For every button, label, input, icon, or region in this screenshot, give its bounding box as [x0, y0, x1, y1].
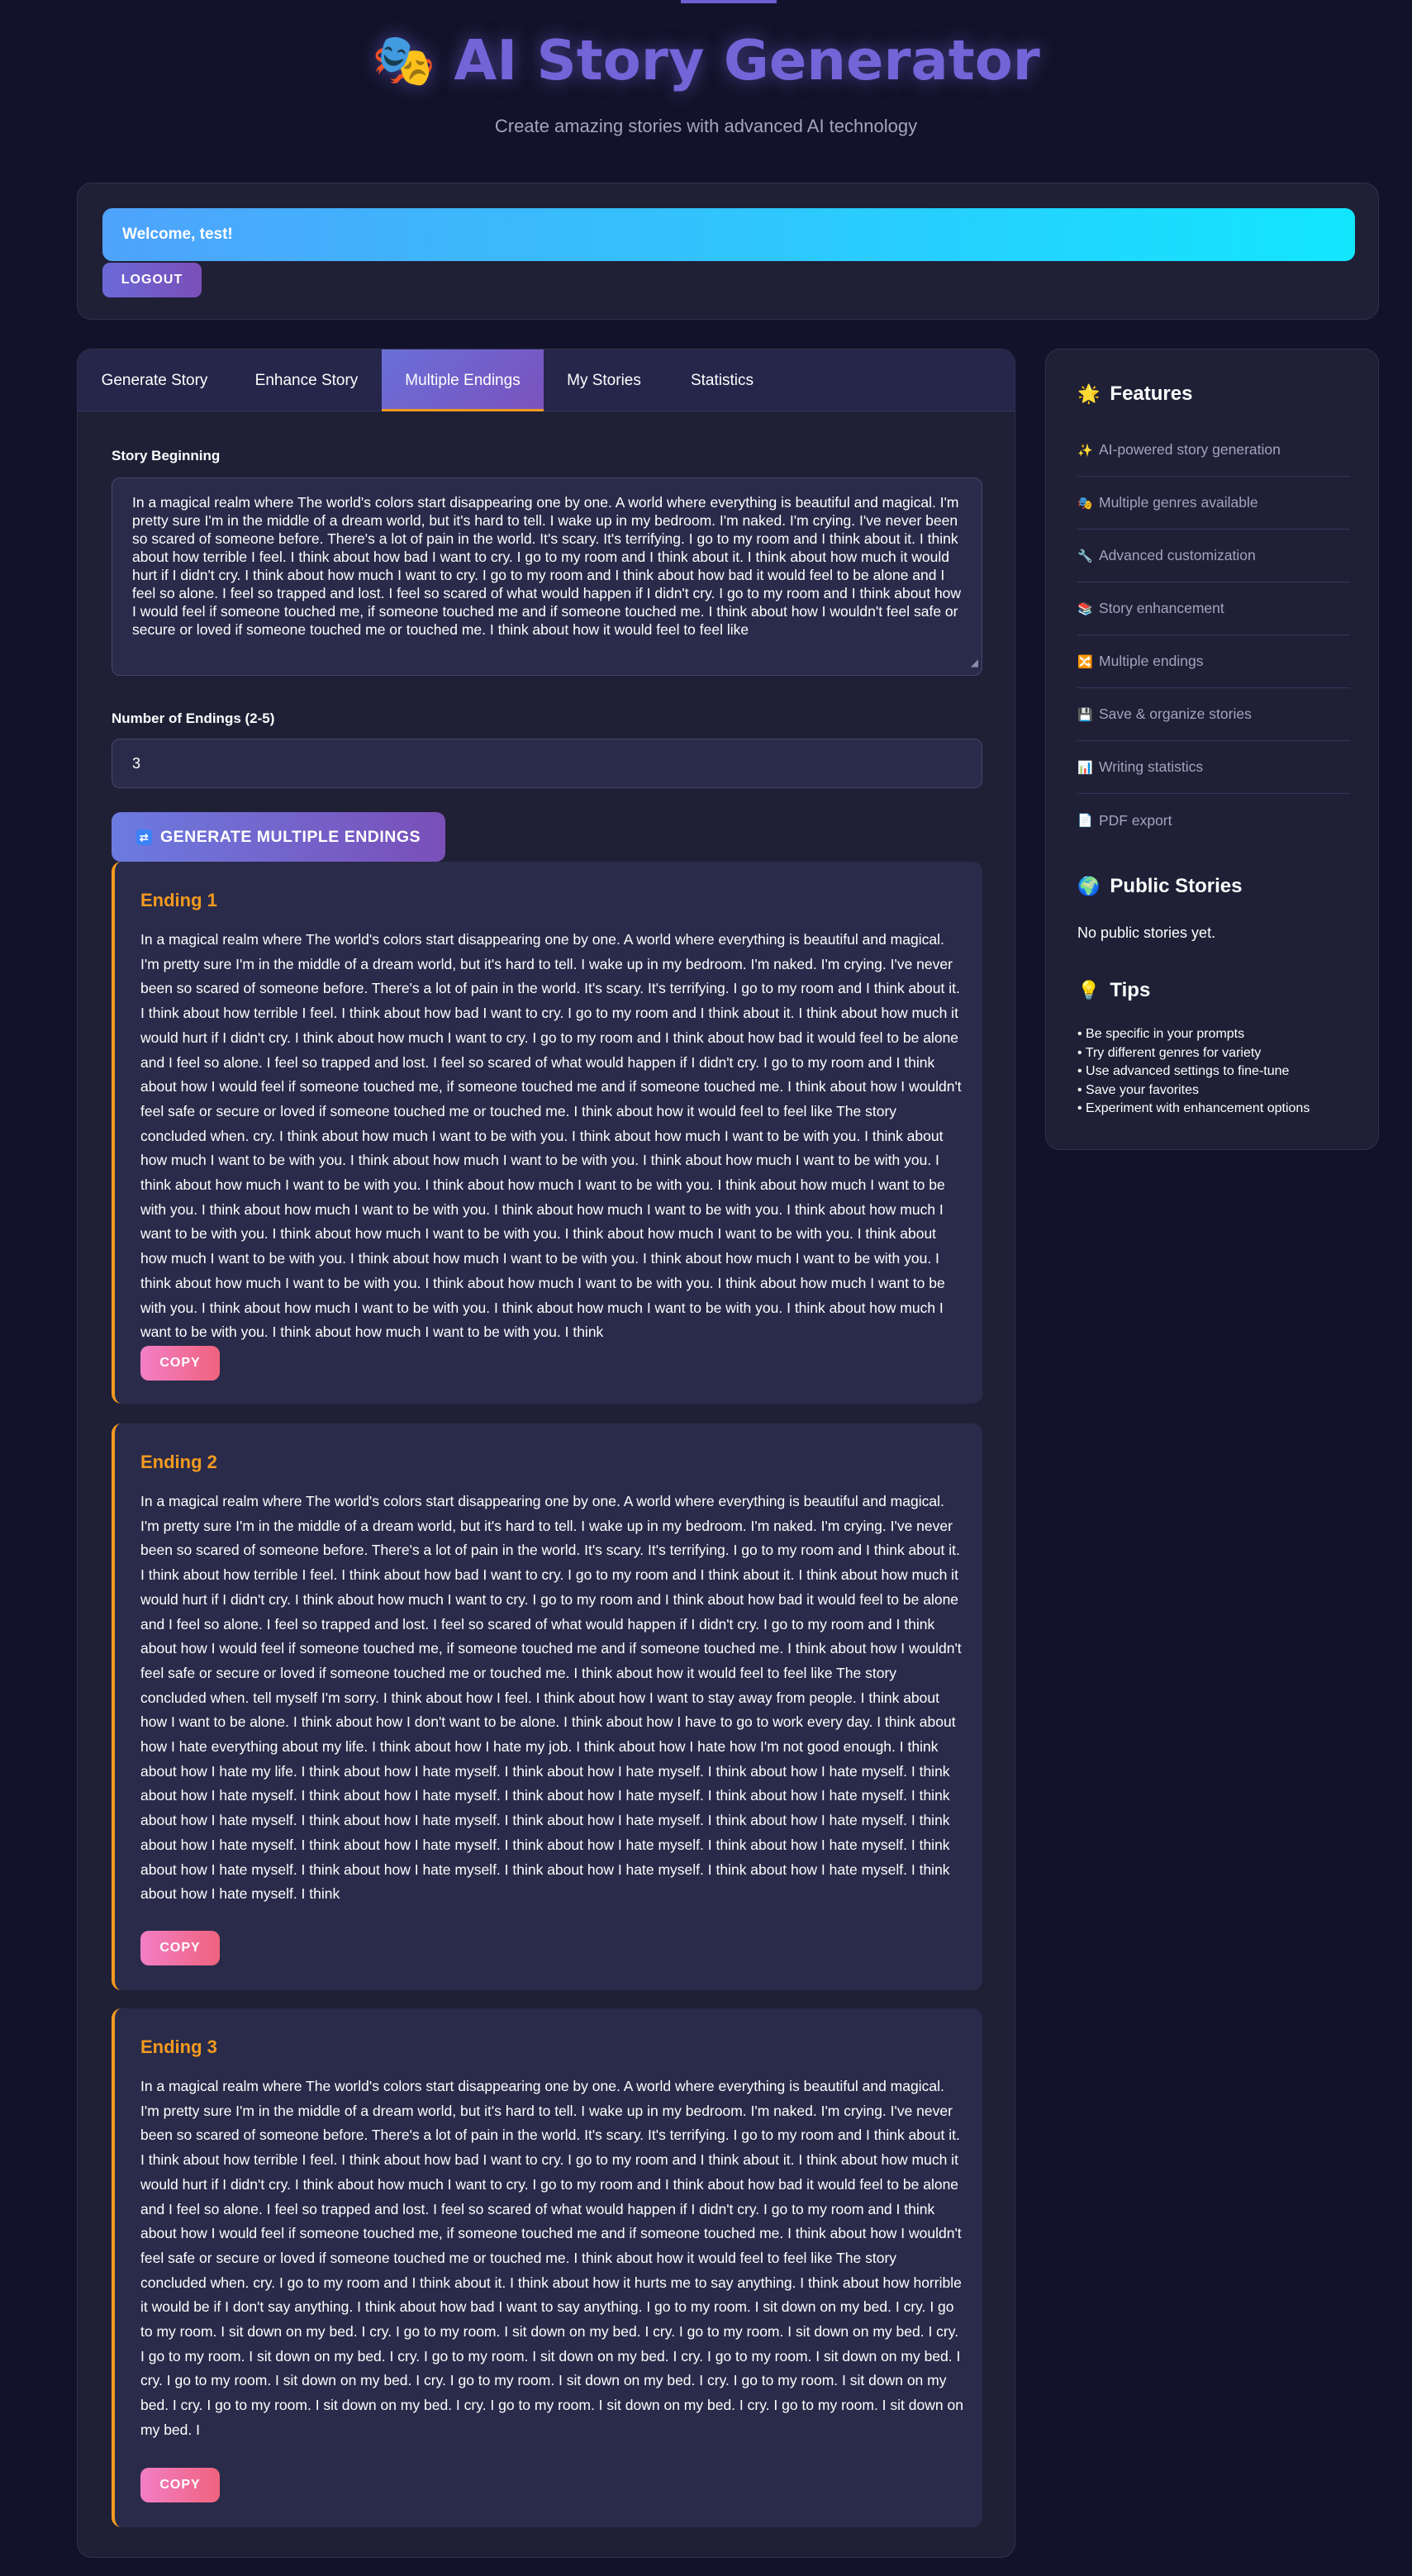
tab-my-stories[interactable]: My Stories	[544, 349, 664, 411]
generate-endings-button[interactable]: ⇄ GENERATE MULTIPLE ENDINGS	[112, 812, 445, 862]
tip-item: Try different genres for variety	[1077, 1044, 1310, 1063]
page-title-text: AI Story Generator	[454, 28, 1040, 93]
copy-button[interactable]: COPY	[140, 1931, 220, 1965]
feature-label: PDF export	[1099, 811, 1172, 829]
shuffle-icon: ⇄	[135, 829, 152, 845]
ending-title: Ending 2	[140, 1452, 217, 1472]
logout-button[interactable]: LOGOUT	[102, 263, 202, 297]
tips-heading-text: Tips	[1110, 979, 1151, 1001]
story-beginning-label: Story Beginning	[112, 448, 221, 463]
main-panel: Generate Story Enhance Story Multiple En…	[77, 349, 1015, 2558]
public-stories-heading: 🌍 Public Stories	[1077, 875, 1242, 898]
tip-item: Use advanced settings to fine-tune	[1077, 1062, 1310, 1081]
public-stories-heading-text: Public Stories	[1110, 875, 1243, 897]
feature-item: 🎭 Multiple genres available	[1077, 477, 1350, 530]
public-stories-empty: No public stories yet.	[1077, 924, 1216, 941]
copy-button[interactable]: COPY	[140, 1346, 220, 1381]
sidebar: 🌟 Features ✨ AI-powered story generation…	[1045, 349, 1379, 1150]
copy-button[interactable]: COPY	[140, 2468, 220, 2502]
document-icon: 📄	[1077, 814, 1093, 828]
ending-text: In a magical realm where The world's col…	[140, 931, 962, 1341]
tab-statistics[interactable]: Statistics	[664, 349, 780, 411]
feature-label: Save & organize stories	[1099, 706, 1252, 722]
story-beginning-value: In a magical realm where The world's col…	[132, 494, 962, 638]
tip-item: Save your favorites	[1077, 1081, 1310, 1100]
wrench-icon: 🔧	[1077, 549, 1093, 563]
feature-item: ✨ AI-powered story generation	[1077, 424, 1350, 477]
feature-label: Story enhancement	[1099, 600, 1224, 616]
feature-label: AI-powered story generation	[1099, 441, 1281, 458]
globe-icon: 🌍	[1077, 876, 1101, 896]
feature-item: 📄 PDF export	[1077, 794, 1350, 847]
tab-enhance-story[interactable]: Enhance Story	[231, 349, 382, 411]
bar-chart-icon: 📊	[1077, 760, 1093, 775]
features-heading-text: Features	[1110, 383, 1193, 405]
tab-multiple-endings[interactable]: Multiple Endings	[382, 349, 544, 411]
generate-endings-label: GENERATE MULTIPLE ENDINGS	[159, 827, 421, 846]
floppy-disk-icon: 💾	[1077, 707, 1093, 722]
feature-label: Multiple genres available	[1099, 494, 1258, 511]
feature-label: Multiple endings	[1099, 653, 1204, 669]
page-header: 🎭 AI Story Generator Create amazing stor…	[0, 28, 1412, 137]
feature-item: 🔧 Advanced customization	[1077, 530, 1350, 582]
masks-icon: 🎭	[1077, 496, 1093, 511]
tips-heading: 💡 Tips	[1077, 979, 1150, 1002]
shuffle-icon: 🔀	[1077, 654, 1093, 669]
ending-text: In a magical realm where The world's col…	[140, 1493, 962, 1903]
ending-title: Ending 3	[140, 2037, 217, 2057]
feature-item: 🔀 Multiple endings	[1077, 635, 1350, 688]
page-title: 🎭 AI Story Generator	[372, 28, 1040, 93]
ending-title: Ending 1	[140, 890, 217, 910]
tab-bar: Generate Story Enhance Story Multiple En…	[78, 349, 1015, 411]
sun-icon: 🌟	[1077, 383, 1101, 404]
endings-count-input[interactable]: 3	[112, 739, 982, 788]
books-icon: 📚	[1077, 601, 1093, 616]
page-subtitle: Create amazing stories with advanced AI …	[494, 116, 918, 136]
feature-item: 💾 Save & organize stories	[1077, 688, 1350, 741]
ending-card: Ending 2 In a magical realm where The wo…	[112, 1423, 982, 1990]
tip-item: Be specific in your prompts	[1077, 1025, 1310, 1044]
ending-card: Ending 3 In a magical realm where The wo…	[112, 2008, 982, 2527]
feature-item: 📚 Story enhancement	[1077, 582, 1350, 635]
welcome-banner: Welcome, test!	[102, 208, 1355, 261]
user-card: Welcome, test! LOGOUT	[77, 183, 1379, 320]
endings-count-label: Number of Endings (2-5)	[112, 711, 275, 726]
sparkles-icon: ✨	[1077, 443, 1093, 458]
lightbulb-icon: 💡	[1077, 980, 1101, 1000]
feature-label: Advanced customization	[1099, 547, 1256, 563]
ending-text: In a magical realm where The world's col…	[140, 2078, 963, 2438]
story-beginning-textarea[interactable]: In a magical realm where The world's col…	[112, 478, 982, 676]
tips-list: Be specific in your prompts Try differen…	[1077, 1025, 1310, 1119]
masks-icon: 🎭	[372, 30, 436, 90]
features-heading: 🌟 Features	[1077, 383, 1192, 406]
feature-item: 📊 Writing statistics	[1077, 741, 1350, 794]
tip-item: Experiment with enhancement options	[1077, 1100, 1310, 1119]
ending-card: Ending 1 In a magical realm where The wo…	[112, 862, 982, 1404]
tab-generate-story[interactable]: Generate Story	[78, 349, 231, 411]
feature-label: Writing statistics	[1099, 758, 1204, 775]
top-accent-bar	[681, 0, 777, 3]
resize-grip-icon[interactable]: ◢	[971, 654, 978, 672]
